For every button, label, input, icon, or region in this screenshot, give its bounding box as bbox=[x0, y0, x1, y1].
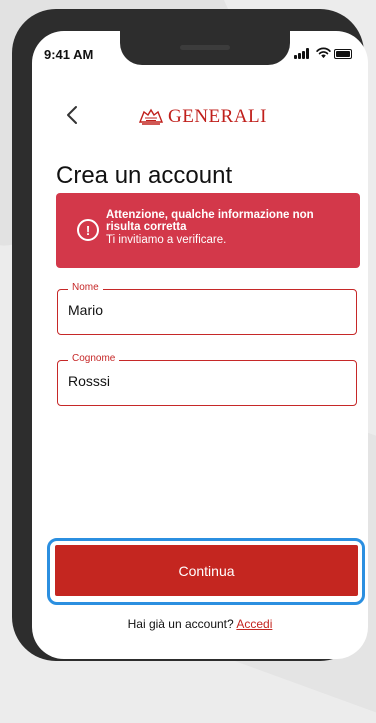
login-link[interactable]: Accedi bbox=[236, 617, 272, 631]
status-time: 9:41 AM bbox=[44, 47, 94, 62]
first-name-field[interactable]: Nome bbox=[57, 282, 357, 335]
alert-message: Ti invitiamo a verificare. bbox=[106, 234, 227, 246]
brand-logo: GENERALI bbox=[138, 105, 267, 129]
phone-frame: 9:41 AM GENERALI Crea un account ! Atten… bbox=[12, 9, 368, 661]
error-alert: ! Attenzione, qualche informazione non r… bbox=[56, 193, 360, 268]
first-name-input[interactable] bbox=[68, 302, 338, 318]
speaker-grille bbox=[180, 45, 230, 50]
back-button[interactable] bbox=[60, 101, 84, 129]
login-prompt-text: Hai già un account? bbox=[127, 617, 234, 631]
alert-circle-icon: ! bbox=[77, 219, 99, 241]
lion-logo-icon bbox=[138, 108, 164, 125]
last-name-field[interactable]: Cognome bbox=[57, 353, 357, 406]
app-screen: 9:41 AM GENERALI Crea un account ! Atten… bbox=[32, 31, 368, 659]
chevron-left-icon bbox=[67, 106, 77, 124]
status-icons bbox=[294, 47, 354, 60]
alert-text: Attenzione, qualche informazione non ris… bbox=[106, 209, 346, 246]
brand-name: GENERALI bbox=[168, 106, 267, 127]
continue-button[interactable]: Continua bbox=[55, 545, 358, 596]
last-name-input[interactable] bbox=[68, 373, 338, 389]
login-prompt: Hai già un account? Accedi bbox=[32, 617, 368, 631]
battery-icon bbox=[334, 49, 352, 59]
phone-notch bbox=[120, 31, 290, 65]
page-title: Crea un account bbox=[56, 162, 233, 189]
first-name-label: Nome bbox=[68, 282, 103, 293]
wifi-icon bbox=[316, 47, 331, 59]
alert-title: Attenzione, qualche informazione non ris… bbox=[106, 209, 314, 233]
last-name-label: Cognome bbox=[68, 353, 120, 364]
signal-icon bbox=[294, 48, 312, 59]
